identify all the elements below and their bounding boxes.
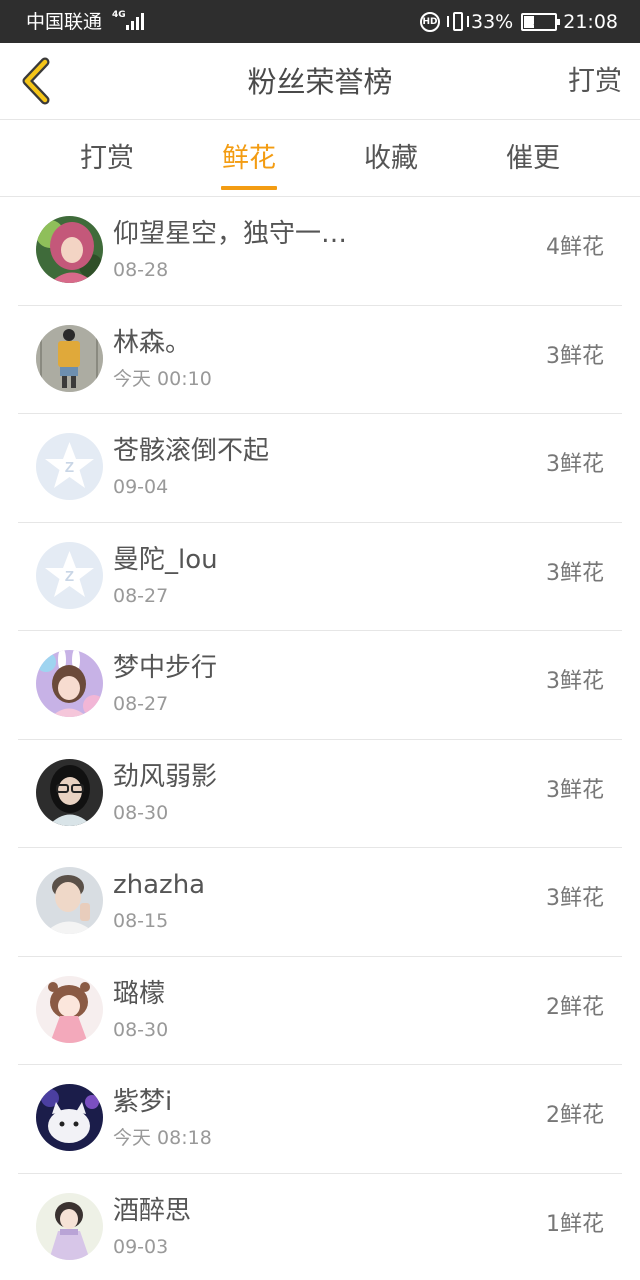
avatar[interactable] (36, 867, 103, 934)
user-name: 梦中步行 (113, 653, 218, 683)
fan-ranking-list: 仰望星空，独守一… 08-28 4鲜花 林森。 今天 00:10 3鲜花 Z 苍… (0, 197, 640, 1280)
avatar[interactable] (36, 324, 103, 392)
tab-tip[interactable]: 打赏 (36, 121, 178, 196)
flower-count: 3鲜花 (546, 343, 604, 369)
list-item[interactable]: 璐檬 08-30 2鲜花 (0, 957, 640, 1065)
list-item[interactable]: 紫梦i 今天 08:18 2鲜花 (0, 1065, 640, 1174)
status-bar: 中国联通 4G HD 33% ⚡ 21:08 (0, 0, 640, 43)
avatar[interactable] (36, 216, 103, 283)
carrier-label: 中国联通 (26, 11, 103, 33)
avatar[interactable] (36, 1192, 103, 1260)
gift-date: 08-27 (113, 584, 169, 607)
list-item[interactable]: Z 苍骸滚倒不起 09-04 3鲜花 (0, 414, 640, 523)
flower-count: 3鲜花 (546, 452, 604, 477)
gift-date: 今天 00:10 (113, 367, 212, 390)
gift-date: 09-04 (113, 476, 169, 498)
battery-icon: ⚡ (521, 13, 561, 31)
tab-urge-update[interactable]: 催更 (462, 121, 604, 196)
gift-date: 08-30 (113, 801, 169, 824)
avatar[interactable] (36, 758, 103, 826)
vibrate-icon (447, 11, 469, 33)
avatar[interactable]: Z (36, 433, 103, 500)
gift-date: 09-03 (113, 1235, 169, 1258)
list-item[interactable]: 酒醉思 09-03 1鲜花 (0, 1174, 640, 1280)
tab-label: 催更 (506, 143, 560, 174)
tab-favorites[interactable]: 收藏 (320, 121, 462, 196)
page-title: 粉丝荣誉榜 (247, 65, 393, 99)
gift-date: 08-28 (113, 259, 169, 281)
user-name: 曼陀_lou (113, 544, 218, 575)
tip-button[interactable]: 打赏 (568, 65, 622, 99)
tab-label: 打赏 (80, 143, 134, 174)
user-name: zhazha (113, 870, 206, 900)
svg-text:Z: Z (65, 568, 74, 585)
flower-count: 3鲜花 (546, 886, 604, 911)
signal-icon: 4G (112, 10, 148, 32)
user-name: 仰望星空，独守一… (113, 219, 348, 249)
network-type-label: 4G (112, 10, 126, 20)
flower-count: 3鲜花 (546, 777, 604, 803)
battery-percent: 33% (471, 11, 514, 33)
clock: 21:08 (563, 11, 618, 33)
list-item[interactable]: 林森。 今天 00:10 3鲜花 (0, 306, 640, 414)
user-name: 苍骸滚倒不起 (113, 436, 270, 466)
list-item[interactable]: 仰望星空，独守一… 08-28 4鲜花 (0, 197, 640, 306)
svg-text:Z: Z (65, 459, 74, 476)
gift-date: 08-30 (113, 1018, 169, 1041)
user-name: 酒醉思 (113, 1195, 192, 1226)
user-name: 璐檬 (113, 978, 166, 1009)
gift-date: 今天 08:18 (113, 1127, 212, 1149)
user-name: 林森。 (113, 327, 192, 358)
tab-label: 收藏 (364, 143, 418, 174)
flower-count: 2鲜花 (546, 994, 604, 1020)
flower-count: 3鲜花 (546, 669, 604, 694)
tab-bar: 打赏 鲜花 收藏 催更 (0, 121, 640, 197)
user-name: 紫梦i (113, 1087, 173, 1117)
avatar[interactable] (36, 650, 103, 717)
gift-date: 08-27 (113, 693, 169, 715)
default-star-avatar-icon: Z (36, 541, 103, 609)
tab-label: 鲜花 (222, 143, 276, 174)
avatar[interactable] (36, 1084, 103, 1151)
flower-count: 4鲜花 (546, 235, 604, 260)
avatar[interactable] (36, 975, 103, 1043)
list-item[interactable]: 劲风弱影 08-30 3鲜花 (0, 740, 640, 848)
flower-count: 3鲜花 (546, 560, 604, 586)
user-name: 劲风弱影 (113, 761, 218, 792)
list-item[interactable]: 梦中步行 08-27 3鲜花 (0, 631, 640, 740)
tab-flowers[interactable]: 鲜花 (178, 121, 320, 196)
volte-icon: HD (420, 12, 440, 32)
list-item[interactable]: zhazha 08-15 3鲜花 (0, 848, 640, 957)
flower-count: 1鲜花 (546, 1211, 604, 1237)
avatar[interactable]: Z (36, 541, 103, 609)
top-bar: 粉丝荣誉榜 打赏 (0, 43, 640, 120)
default-star-avatar-icon: Z (36, 433, 103, 500)
gift-date: 08-15 (113, 910, 169, 932)
active-tab-indicator (221, 186, 277, 190)
flower-count: 2鲜花 (546, 1103, 604, 1128)
list-item[interactable]: Z 曼陀_lou 08-27 3鲜花 (0, 523, 640, 631)
